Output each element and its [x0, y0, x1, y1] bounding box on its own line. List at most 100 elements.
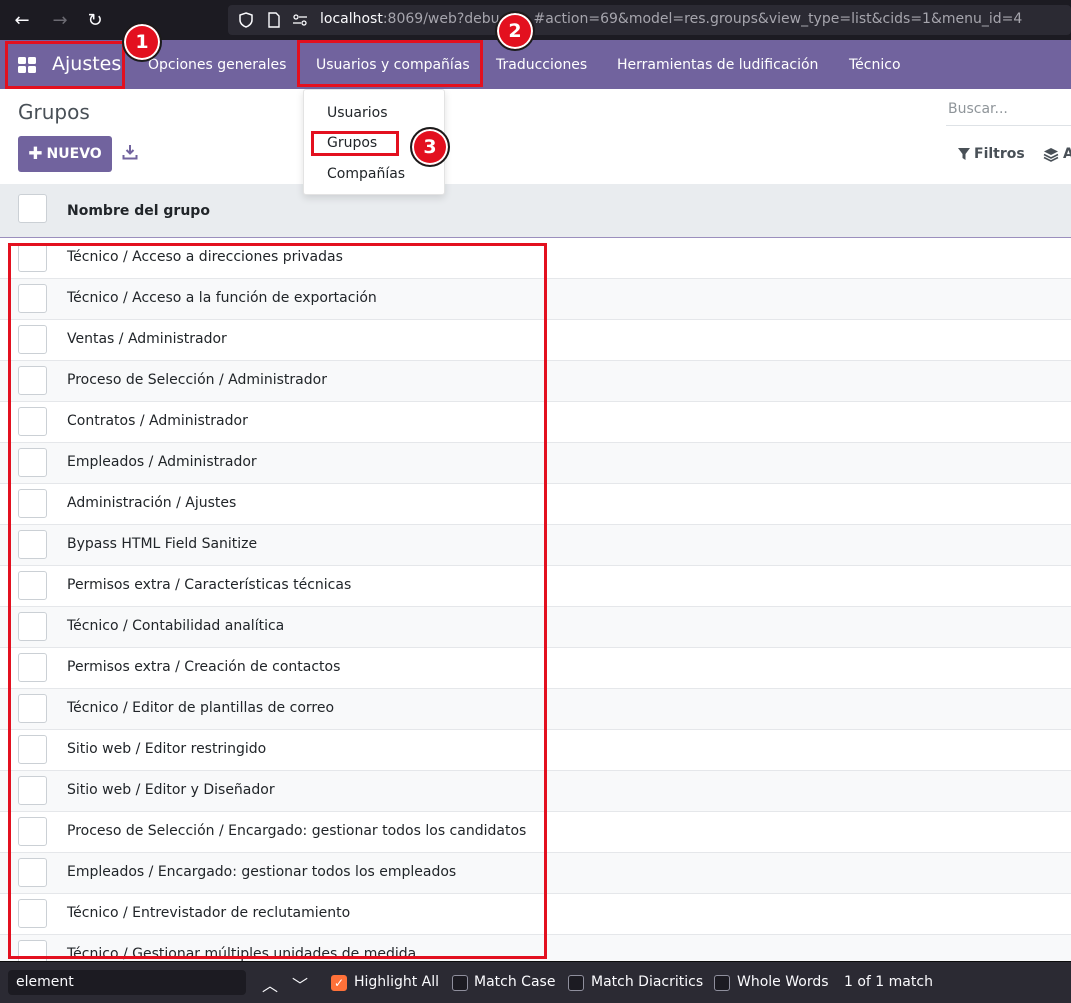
row-checkbox[interactable] [18, 735, 47, 764]
table-row[interactable]: Permisos extra / Características técnica… [0, 566, 1071, 607]
row-group-name[interactable]: Bypass HTML Field Sanitize [67, 536, 257, 552]
table-row[interactable]: Técnico / Contabilidad analítica [0, 607, 1071, 648]
table-row[interactable]: Técnico / Acceso a la función de exporta… [0, 279, 1071, 320]
reload-icon[interactable]: ↻ [83, 8, 107, 32]
row-checkbox[interactable] [18, 612, 47, 641]
row-checkbox[interactable] [18, 899, 47, 928]
plus-icon: ✚ [28, 143, 43, 164]
row-checkbox[interactable] [18, 243, 47, 272]
table-row[interactable]: Bypass HTML Field Sanitize [0, 525, 1071, 566]
row-checkbox[interactable] [18, 776, 47, 805]
page-icon [268, 12, 280, 28]
match-diacritics-checkbox[interactable] [568, 975, 584, 991]
layers-icon [1043, 147, 1059, 162]
row-group-name[interactable]: Técnico / Acceso a la función de exporta… [67, 290, 377, 306]
row-group-name[interactable]: Permisos extra / Creación de contactos [67, 659, 340, 675]
row-group-name[interactable]: Técnico / Editor de plantillas de correo [67, 700, 334, 716]
menu-herramientas-ludificacion[interactable]: Herramientas de ludificación [617, 57, 818, 73]
match-diacritics-label[interactable]: Match Diacritics [591, 974, 703, 990]
row-group-name[interactable]: Ventas / Administrador [67, 331, 227, 347]
find-input[interactable]: element [8, 970, 246, 995]
row-checkbox[interactable] [18, 366, 47, 395]
search-input[interactable]: Buscar... [948, 101, 1008, 117]
table-row[interactable]: Permisos extra / Creación de contactos [0, 648, 1071, 689]
match-case-checkbox[interactable] [452, 975, 468, 991]
row-group-name[interactable]: Sitio web / Editor y Diseñador [67, 782, 275, 798]
address-bar[interactable]: localhost:8069/web?debu #action=69&model=… [228, 5, 1071, 35]
row-checkbox[interactable] [18, 571, 47, 600]
row-checkbox[interactable] [18, 284, 47, 313]
menu-tecnico[interactable]: Técnico [849, 57, 901, 73]
row-checkbox[interactable] [18, 530, 47, 559]
row-checkbox[interactable] [18, 817, 47, 846]
app-brand[interactable]: Ajustes [52, 53, 121, 75]
dropdown-item-grupos[interactable]: Grupos [327, 135, 377, 151]
table-row[interactable]: Proceso de Selección / Administrador [0, 361, 1071, 402]
menu-traducciones[interactable]: Traducciones [496, 57, 587, 73]
row-group-name[interactable]: Empleados / Encargado: gestionar todos l… [67, 864, 456, 880]
row-checkbox[interactable] [18, 489, 47, 518]
forward-arrow-icon[interactable]: → [48, 8, 72, 32]
table-row[interactable]: Empleados / Encargado: gestionar todos l… [0, 853, 1071, 894]
table-row[interactable]: Técnico / Entrevistador de reclutamiento [0, 894, 1071, 935]
new-button-label: NUEVO [46, 146, 102, 162]
row-checkbox[interactable] [18, 858, 47, 887]
table-row[interactable]: Técnico / Gestionar múltiples unidades d… [0, 935, 1071, 961]
permissions-icon[interactable] [292, 12, 308, 28]
table-row[interactable]: Empleados / Administrador [0, 443, 1071, 484]
row-checkbox[interactable] [18, 694, 47, 723]
annotation-badge-2: 2 [495, 11, 535, 51]
table-row[interactable]: Técnico / Editor de plantillas de correo [0, 689, 1071, 730]
annotation-badge-1: 1 [122, 22, 162, 62]
annotation-badge-3: 3 [410, 127, 450, 167]
table-row[interactable]: Contratos / Administrador [0, 402, 1071, 443]
row-checkbox[interactable] [18, 940, 47, 961]
menu-usuarios-companias[interactable]: Usuarios y compañías [316, 57, 470, 73]
find-previous-icon[interactable]: ︿ [262, 972, 278, 996]
whole-words-checkbox[interactable] [714, 975, 730, 991]
row-group-name[interactable]: Técnico / Contabilidad analítica [67, 618, 284, 634]
dropdown-item-usuarios[interactable]: Usuarios [327, 105, 388, 121]
row-checkbox[interactable] [18, 325, 47, 354]
row-checkbox[interactable] [18, 653, 47, 682]
new-button[interactable]: ✚ NUEVO [18, 136, 112, 172]
whole-words-label[interactable]: Whole Words [737, 974, 829, 990]
row-group-name[interactable]: Administración / Ajustes [67, 495, 236, 511]
filters-button[interactable]: Filtros [957, 146, 1025, 162]
highlight-all-label[interactable]: Highlight All [354, 974, 439, 990]
table-row[interactable]: Proceso de Selección / Encargado: gestio… [0, 812, 1071, 853]
row-group-name[interactable]: Proceso de Selección / Administrador [67, 372, 327, 388]
row-group-name[interactable]: Contratos / Administrador [67, 413, 248, 429]
table-row[interactable]: Sitio web / Editor restringido [0, 730, 1071, 771]
find-bar: element ︿ ﹀ ✓ Highlight All Match Case M… [0, 961, 1071, 1003]
row-group-name[interactable]: Sitio web / Editor restringido [67, 741, 266, 757]
back-arrow-icon[interactable]: ← [10, 8, 34, 32]
row-group-name[interactable]: Técnico / Acceso a direcciones privadas [67, 249, 343, 265]
column-header-group-name[interactable]: Nombre del grupo [67, 203, 210, 219]
match-case-label[interactable]: Match Case [474, 974, 555, 990]
download-icon[interactable] [122, 144, 138, 160]
group-by-button[interactable]: A [1043, 146, 1071, 162]
row-checkbox[interactable] [18, 448, 47, 477]
row-checkbox[interactable] [18, 407, 47, 436]
highlight-all-checkbox[interactable]: ✓ [331, 975, 347, 991]
menu-opciones-generales[interactable]: Opciones generales [148, 57, 286, 73]
select-all-checkbox[interactable] [18, 194, 47, 223]
row-group-name[interactable]: Empleados / Administrador [67, 454, 257, 470]
row-group-name[interactable]: Técnico / Entrevistador de reclutamiento [67, 905, 350, 921]
filters-label: Filtros [974, 146, 1025, 162]
url-text[interactable]: localhost:8069/web?debu #action=69&model=… [320, 11, 1022, 27]
table-row[interactable]: Administración / Ajustes [0, 484, 1071, 525]
row-group-name[interactable]: Permisos extra / Características técnica… [67, 577, 351, 593]
dropdown-item-companias[interactable]: Compañías [327, 166, 405, 182]
table-row[interactable]: Técnico / Acceso a direcciones privadas [0, 238, 1071, 279]
find-result-count: 1 of 1 match [844, 974, 933, 990]
row-group-name[interactable]: Técnico / Gestionar múltiples unidades d… [67, 946, 416, 961]
search-underline [946, 125, 1071, 126]
shield-icon[interactable] [238, 12, 254, 28]
row-group-name[interactable]: Proceso de Selección / Encargado: gestio… [67, 823, 526, 839]
table-row[interactable]: Sitio web / Editor y Diseñador [0, 771, 1071, 812]
apps-grid-icon[interactable] [18, 57, 36, 73]
find-next-icon[interactable]: ﹀ [292, 972, 308, 996]
table-row[interactable]: Ventas / Administrador [0, 320, 1071, 361]
